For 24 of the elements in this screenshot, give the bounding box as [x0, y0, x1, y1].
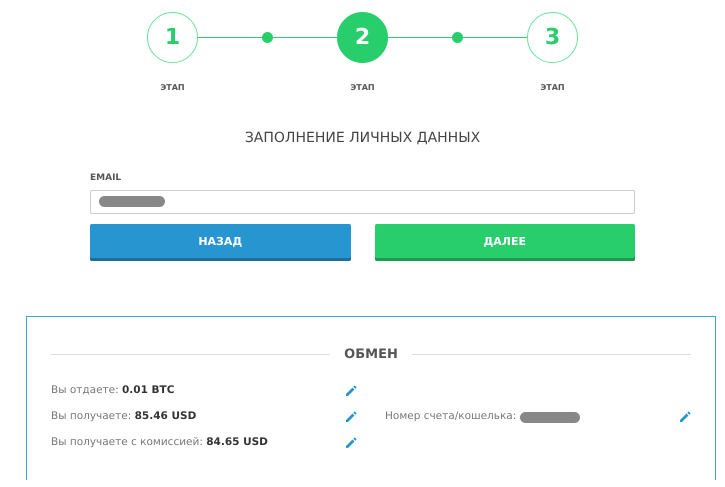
edit-icon[interactable] [345, 411, 357, 423]
back-button[interactable]: НАЗАД [90, 224, 350, 260]
step-label: ЭТАП [540, 82, 565, 94]
detail-text: Вы получаете с комиссией: 84.65 USD [51, 435, 268, 450]
section-title: ОБМЕН [344, 346, 398, 364]
step-dot [262, 32, 273, 43]
form-title: ЗАПОЛНЕНИЕ ЛИЧНЫХ ДАННЫХ [244, 129, 482, 148]
next-button[interactable]: ДАЛЕЕ [374, 224, 635, 260]
redacted-mark [99, 196, 165, 207]
detail-text: Вы получаете: 85.46 USD [51, 409, 196, 424]
edit-icon[interactable] [679, 411, 691, 423]
field-label: EMAIL [90, 172, 122, 185]
step-label: ЭТАП [160, 82, 185, 94]
detail-text: Номер счета/кошелька: [385, 409, 516, 424]
email-field[interactable] [90, 190, 635, 214]
detail-text: Вы отдаете: 0.01 BTC [51, 383, 174, 398]
redacted-mark [520, 412, 580, 422]
step-label: ЭТАП [350, 82, 375, 94]
step-circle: 3 [527, 12, 578, 63]
edit-icon[interactable] [345, 385, 357, 397]
step-dot [452, 32, 463, 43]
edit-icon[interactable] [345, 437, 357, 449]
step-circle: 1 [147, 12, 198, 63]
step-circle: 2 [337, 12, 388, 63]
